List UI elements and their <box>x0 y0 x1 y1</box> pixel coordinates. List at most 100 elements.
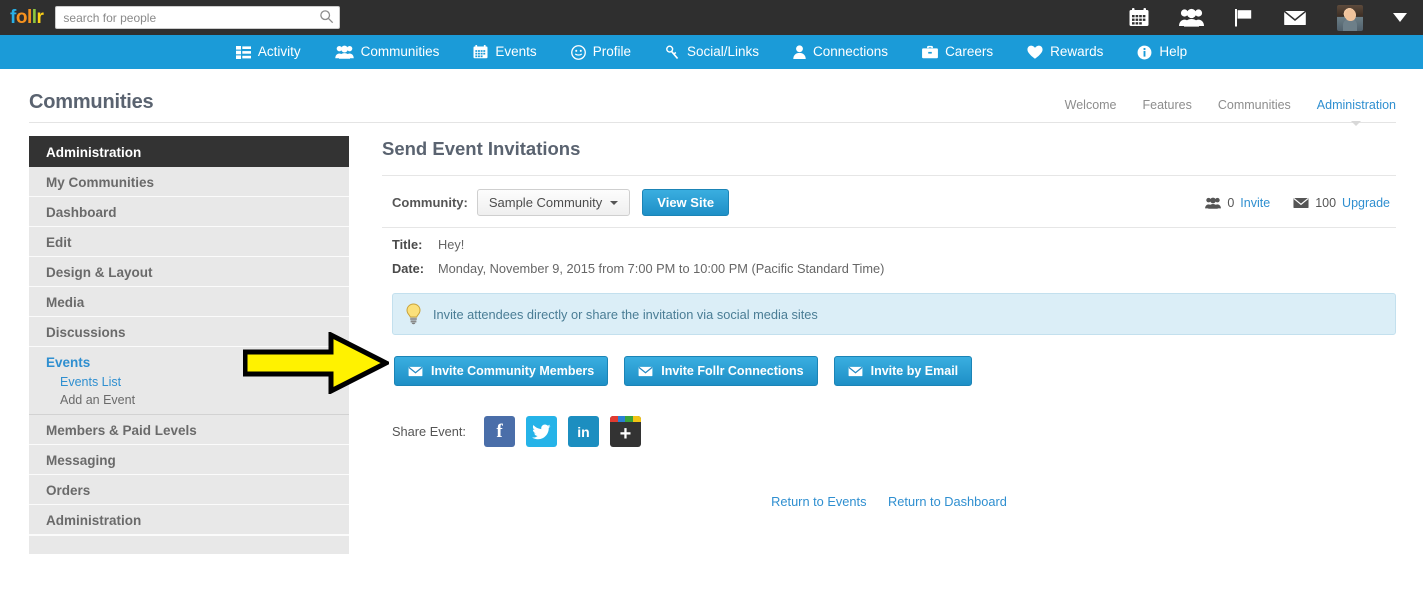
info-alert: Invite attendees directly or share the i… <box>392 293 1396 335</box>
nav-label-communities: Communities <box>360 44 440 59</box>
link-icon <box>666 45 679 59</box>
top-bar: follr <box>0 0 1423 35</box>
page-tab-communities[interactable]: Communities <box>1218 98 1291 112</box>
invite-follr-connections-label: Invite Follr Connections <box>661 364 804 378</box>
page-tab-welcome[interactable]: Welcome <box>1065 98 1117 112</box>
share-event-label: Share Event: <box>392 424 466 439</box>
sidebar-subitem-events-list[interactable]: Events List <box>29 373 349 391</box>
sidebar-item-members-paid-levels[interactable]: Members & Paid Levels <box>29 415 349 445</box>
logo-letter-5: r <box>36 7 44 28</box>
main-navigation: Activity Communities Events Profile Soci… <box>0 35 1423 69</box>
search-container <box>55 6 341 29</box>
invite-follr-connections-button[interactable]: Invite Follr Connections <box>624 356 818 386</box>
view-site-button[interactable]: View Site <box>642 189 730 216</box>
twitter-icon <box>532 423 551 439</box>
calendar-icon[interactable] <box>1129 8 1149 27</box>
sidebar-item-orders[interactable]: Orders <box>29 475 349 505</box>
sidebar-item-administration[interactable]: Administration <box>29 505 349 535</box>
nav-label-rewards: Rewards <box>1050 44 1104 59</box>
briefcase-icon <box>922 45 938 59</box>
return-links: Return to Events Return to Dashboard <box>382 494 1396 509</box>
admin-sidebar: Administration My Communities Dashboard … <box>29 136 349 554</box>
nav-item-profile[interactable]: Profile <box>554 35 648 69</box>
topbar-icon-group <box>1129 4 1411 31</box>
sidebar-item-design-layout[interactable]: Design & Layout <box>29 257 349 287</box>
sidebar-item-messaging[interactable]: Messaging <box>29 445 349 475</box>
sidebar-footer-spacer <box>29 535 349 554</box>
nav-item-careers[interactable]: Careers <box>905 35 1010 69</box>
sidebar-item-edit[interactable]: Edit <box>29 227 349 257</box>
upgrade-link[interactable]: Upgrade <box>1342 196 1390 210</box>
sidebar-item-discussions[interactable]: Discussions <box>29 317 349 347</box>
community-selector-row: Community: Sample Community View Site 0 … <box>382 176 1396 227</box>
user-menu-caret-icon[interactable] <box>1393 13 1407 22</box>
invite-quota: 0 Invite <box>1205 196 1270 210</box>
calendar-icon <box>473 45 488 59</box>
invite-buttons-row: Invite Community Members Invite Follr Co… <box>394 356 1396 386</box>
nav-item-help[interactable]: Help <box>1120 35 1204 69</box>
facebook-share-button[interactable]: f <box>483 416 515 447</box>
group-icon <box>1205 197 1222 209</box>
search-input[interactable] <box>55 6 341 29</box>
invite-count: 0 <box>1227 195 1235 210</box>
nav-label-careers: Careers <box>945 44 994 59</box>
invite-community-members-button[interactable]: Invite Community Members <box>394 356 609 386</box>
nav-item-rewards[interactable]: Rewards <box>1010 35 1120 69</box>
logo-letter-2: o <box>15 7 28 28</box>
return-to-dashboard-link[interactable]: Return to Dashboard <box>888 494 1007 509</box>
page-tab-features[interactable]: Features <box>1143 98 1192 112</box>
smiley-icon <box>570 44 586 60</box>
invite-link[interactable]: Invite <box>1240 196 1270 210</box>
addthis-stripe <box>609 416 641 422</box>
sidebar-item-dashboard[interactable]: Dashboard <box>29 197 349 227</box>
sidebar-item-events[interactable]: Events <box>29 347 349 373</box>
sidebar-subitem-add-an-event[interactable]: Add an Event <box>29 391 349 415</box>
share-event-row: Share Event: f in + <box>392 416 1396 447</box>
upgrade-quota: 100 Upgrade <box>1293 196 1390 210</box>
envelope-icon[interactable] <box>1283 9 1307 27</box>
nav-label-help: Help <box>1159 44 1188 59</box>
community-dropdown[interactable]: Sample Community <box>476 189 631 216</box>
invite-community-members-label: Invite Community Members <box>431 364 595 378</box>
sidebar-item-media[interactable]: Media <box>29 287 349 317</box>
quota-info: 0 Invite 100 Upgrade <box>1205 196 1396 210</box>
heart-icon <box>1027 45 1043 59</box>
nav-item-social-links[interactable]: Social/Links <box>648 35 776 69</box>
page-body: Administration My Communities Dashboard … <box>0 123 1423 554</box>
user-avatar[interactable] <box>1337 4 1363 31</box>
addthis-share-button[interactable]: + <box>609 416 641 447</box>
info-alert-text: Invite attendees directly or share the i… <box>433 306 818 322</box>
page-header: Communities Welcome Features Communities… <box>0 69 1423 126</box>
community-label: Community: <box>392 195 468 210</box>
nav-item-events[interactable]: Events <box>456 35 553 69</box>
sidebar-header: Administration <box>29 136 349 167</box>
info-icon <box>1137 45 1152 59</box>
nav-label-profile: Profile <box>592 44 631 59</box>
return-to-events-link[interactable]: Return to Events <box>771 494 866 509</box>
event-date-row: Date: Monday, November 9, 2015 from 7:00… <box>382 252 1396 276</box>
nav-label-connections: Connections <box>813 44 889 59</box>
twitter-share-button[interactable] <box>525 416 557 447</box>
linkedin-share-button[interactable]: in <box>567 416 599 447</box>
nav-item-connections[interactable]: Connections <box>776 35 905 69</box>
invite-by-email-button[interactable]: Invite by Email <box>833 356 973 386</box>
nav-item-communities[interactable]: Communities <box>318 35 457 69</box>
page-tab-administration[interactable]: Administration <box>1317 98 1396 126</box>
event-title-row: Title: Hey! <box>382 228 1396 252</box>
group-icon[interactable] <box>1179 8 1204 27</box>
event-title-value: Hey! <box>438 237 465 252</box>
nav-item-activity[interactable]: Activity <box>219 35 318 69</box>
main-title: Send Event Invitations <box>382 138 581 159</box>
user-icon <box>793 45 806 59</box>
community-dropdown-value: Sample Community <box>488 195 603 210</box>
event-date-key: Date: <box>392 261 424 276</box>
invite-by-email-label: Invite by Email <box>870 364 959 378</box>
flag-icon[interactable] <box>1234 8 1253 27</box>
follr-logo[interactable]: follr <box>10 7 44 28</box>
sidebar-item-my-communities[interactable]: My Communities <box>29 167 349 197</box>
nav-label-activity: Activity <box>257 44 301 59</box>
page-title: Communities <box>29 91 154 113</box>
envelope-icon <box>848 366 863 376</box>
envelope-icon <box>638 366 653 376</box>
search-icon[interactable] <box>319 9 334 24</box>
